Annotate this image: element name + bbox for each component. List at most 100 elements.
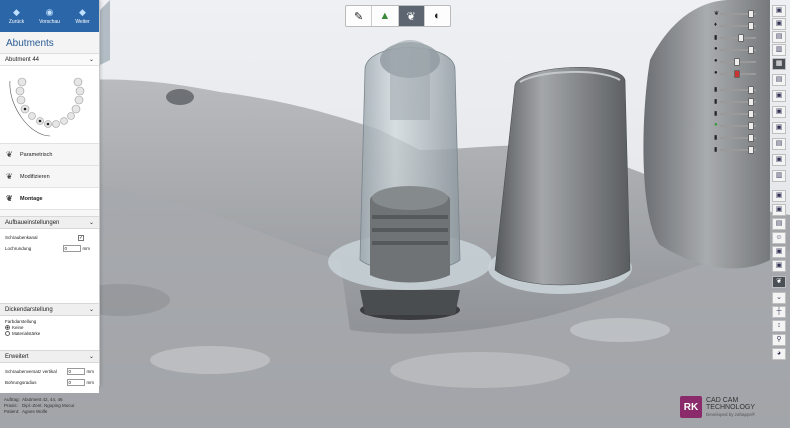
view-icon-1[interactable]: ▣ bbox=[772, 5, 786, 17]
build-settings-title: Aufbaueinstellungen bbox=[5, 219, 60, 226]
slider-7[interactable]: ▮ bbox=[714, 86, 756, 94]
back-button[interactable]: ◆ Zurück bbox=[0, 0, 33, 32]
view-icon-9[interactable]: ▣ bbox=[772, 122, 786, 134]
step-assembly[interactable]: ❦ Montage bbox=[0, 188, 99, 210]
chevron-down-icon: ⌄ bbox=[88, 354, 94, 360]
drill-radius-input[interactable]: 0 bbox=[66, 379, 85, 386]
view-icon-19[interactable]: ❦ bbox=[772, 276, 786, 288]
view-icon-17[interactable]: ▣ bbox=[772, 246, 786, 258]
practice-value: Dipl.-Zent. Ngoping Mocur bbox=[22, 403, 75, 408]
crown-icon: ♦ bbox=[714, 22, 718, 28]
view-icon-11[interactable]: ▣ bbox=[772, 154, 786, 166]
chevron-down-icon[interactable]: ⌄ bbox=[772, 292, 786, 304]
layer2-icon: ▮ bbox=[714, 147, 718, 153]
screw-offset-input[interactable]: 0 bbox=[66, 368, 85, 375]
arrow-left-icon: ◆ bbox=[13, 6, 20, 17]
slider-4[interactable]: ● bbox=[714, 46, 756, 54]
sphere-tool-button[interactable]: ◐ bbox=[425, 6, 450, 26]
slider-5[interactable]: ● bbox=[714, 58, 756, 66]
tooth-icon: ❦ bbox=[714, 11, 720, 17]
visibility-sliders: ❦ ♦ ▮ ● ● ● ▮ ▮ ▮ ● ▮ ▮ bbox=[714, 4, 764, 154]
implant-icon: ▮ bbox=[714, 87, 718, 93]
view-icon-15[interactable]: ▤ bbox=[772, 218, 786, 230]
radio-material-label: Materialstärke bbox=[12, 330, 41, 336]
panel-title: Abutments bbox=[0, 32, 99, 54]
slider-9[interactable]: ▮ bbox=[714, 110, 756, 118]
view-icon-18[interactable]: ▣ bbox=[772, 260, 786, 272]
slider-11[interactable]: ▮ bbox=[714, 134, 756, 142]
thickness-header[interactable]: Dickendarstellung ⌄ bbox=[0, 303, 99, 316]
dental-scene bbox=[0, 0, 790, 428]
logo-line-3: Developed by zahapps® bbox=[706, 411, 756, 417]
3d-viewport[interactable] bbox=[0, 0, 790, 428]
hole-round-unit: mm bbox=[82, 246, 91, 251]
view-icon-6[interactable]: ▤ bbox=[772, 74, 786, 86]
preview-label: Vorschau bbox=[39, 18, 60, 25]
extended-header[interactable]: Erweitert ⌄ bbox=[0, 350, 99, 363]
abutment-panel: ◆ Zurück ◉ Vorschau ◆ Weiter Abutments A… bbox=[0, 0, 100, 393]
pencil-tool-button[interactable]: ✎ bbox=[346, 6, 373, 26]
radio-none-label: Keine bbox=[12, 324, 24, 330]
view-icon-4[interactable]: ▥ bbox=[772, 44, 786, 56]
tooth-up-icon: ▲ bbox=[379, 10, 391, 22]
tooth-edit-icon: ❦ bbox=[6, 172, 13, 181]
step-parametric[interactable]: ❦ Parametrisch bbox=[0, 144, 99, 166]
next-label: Weiter bbox=[75, 18, 90, 25]
view-icon-2[interactable]: ▣ bbox=[772, 18, 786, 30]
view-icon-12[interactable]: ▥ bbox=[772, 170, 786, 182]
next-button[interactable]: ◆ Weiter bbox=[66, 0, 99, 32]
radio-material-thickness[interactable]: Materialstärke bbox=[5, 330, 94, 336]
right-icon-bar: ▣ ▣ ▤ ▥ ▦ ▤ ▣ ▣ ▣ ▤ ▣ ▥ ▣ ▣ ▤ ☺ ▣ ▣ ❦ ⌄ … bbox=[770, 0, 790, 365]
slider-10[interactable]: ● bbox=[714, 122, 756, 130]
drill-radius-label: Bohrungsradius bbox=[5, 380, 37, 385]
slider-6[interactable]: ● bbox=[714, 70, 756, 78]
slider-12[interactable]: ▮ bbox=[714, 146, 756, 154]
hole-round-input[interactable]: 0 bbox=[62, 245, 81, 252]
gum-icon: ● bbox=[714, 46, 718, 52]
view-icon-10[interactable]: ▤ bbox=[772, 138, 786, 150]
view-icon-5[interactable]: ▦ bbox=[772, 58, 786, 70]
layer-icon: ▮ bbox=[714, 135, 718, 141]
build-settings-header[interactable]: Aufbaueinstellungen ⌄ bbox=[0, 216, 99, 229]
slider-1[interactable]: ❦ bbox=[714, 10, 756, 18]
tooth-chart[interactable] bbox=[0, 66, 99, 144]
abutment-select[interactable]: Abutment 44 ⌄ bbox=[0, 54, 99, 66]
step-parametric-label: Parametrisch bbox=[20, 151, 53, 158]
view-icon-3[interactable]: ▤ bbox=[772, 31, 786, 43]
chevron-down-icon: ⌄ bbox=[88, 307, 94, 313]
slider-8[interactable]: ▮ bbox=[714, 98, 756, 106]
drill-radius-unit: mm bbox=[86, 380, 95, 385]
screw-channel-label: Schraubenkanal bbox=[5, 235, 38, 240]
logo-mark: RK bbox=[680, 396, 702, 418]
screw-offset-unit: mm bbox=[86, 369, 95, 374]
hole-round-label: Lochrundung bbox=[5, 246, 32, 251]
view-icon-22[interactable]: ⚲ bbox=[772, 334, 786, 346]
order-value: Abutment 42, 44, 46 bbox=[22, 397, 63, 402]
view-icon-20[interactable]: ┼ bbox=[772, 306, 786, 318]
step-modify[interactable]: ❦ Modifizieren bbox=[0, 166, 99, 188]
sphere-icon: ◐ bbox=[434, 10, 441, 22]
view-icon-14[interactable]: ▣ bbox=[772, 204, 786, 216]
screw-channel-checkbox[interactable]: ✓ bbox=[78, 234, 84, 241]
color-wheel-icon[interactable]: ◕ bbox=[772, 348, 786, 360]
chevron-down-icon: ⌄ bbox=[88, 220, 94, 226]
screw-offset-label: Schraubenversatz vertikal bbox=[5, 369, 57, 374]
view-icon-13[interactable]: ▣ bbox=[772, 190, 786, 202]
tooth-tool-button[interactable]: ❦ bbox=[398, 6, 425, 26]
slider-2[interactable]: ♦ bbox=[714, 22, 756, 30]
view-icon-8[interactable]: ▣ bbox=[772, 106, 786, 118]
view-icon-7[interactable]: ▣ bbox=[772, 90, 786, 102]
abutment-icon: ▮ bbox=[714, 35, 718, 41]
view-icon-16[interactable]: ☺ bbox=[772, 232, 786, 244]
tooth-icon: ❦ bbox=[6, 150, 13, 159]
view-icon-21[interactable]: ↕ bbox=[772, 320, 786, 332]
slider-3[interactable]: ▮ bbox=[714, 34, 756, 42]
extended-body: Schraubenversatz vertikal 0 mm Bohrungsr… bbox=[0, 363, 99, 393]
thickness-body: Farbdarstellung Keine Materialstärke bbox=[0, 316, 99, 350]
radio-material-dot bbox=[5, 330, 10, 336]
tooth-up-tool-button[interactable]: ▲ bbox=[372, 6, 399, 26]
preview-button[interactable]: ◉ Vorschau bbox=[33, 0, 66, 32]
arrow-right-icon: ◆ bbox=[79, 6, 86, 17]
logo-line-1: CAD CAM bbox=[706, 396, 739, 404]
chevron-down-icon: ⌄ bbox=[88, 57, 94, 63]
